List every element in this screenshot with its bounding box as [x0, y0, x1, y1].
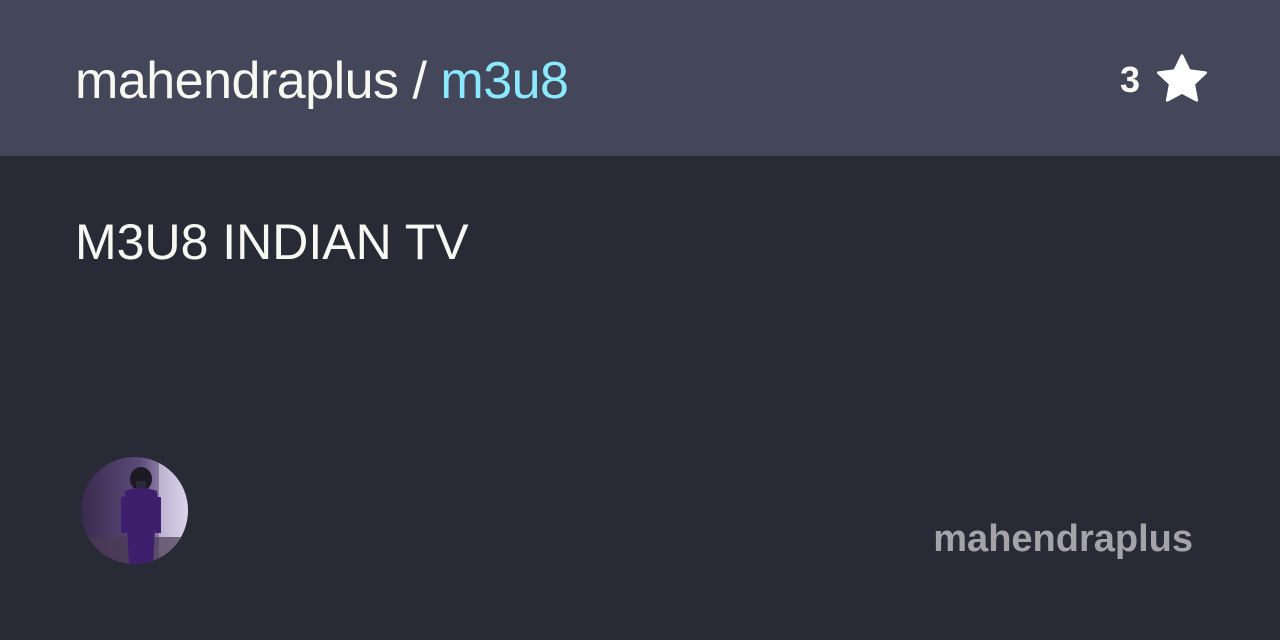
repo-path: mahendraplus / m3u8 — [75, 50, 569, 112]
repo-owner-link[interactable]: mahendraplus — [75, 52, 399, 110]
repo-name-link[interactable]: m3u8 — [440, 52, 569, 110]
repo-description: M3U8 INDIAN TV — [75, 214, 469, 270]
star-count: 3 — [1119, 59, 1140, 100]
star-icon — [1157, 54, 1207, 102]
star-counter[interactable]: 3 — [1120, 52, 1210, 108]
owner-name[interactable]: mahendraplus — [933, 517, 1193, 561]
avatar-image — [81, 457, 188, 564]
avatar[interactable] — [81, 457, 188, 564]
path-separator: / — [398, 52, 441, 110]
repo-header: mahendraplus / m3u8 3 — [0, 0, 1280, 156]
